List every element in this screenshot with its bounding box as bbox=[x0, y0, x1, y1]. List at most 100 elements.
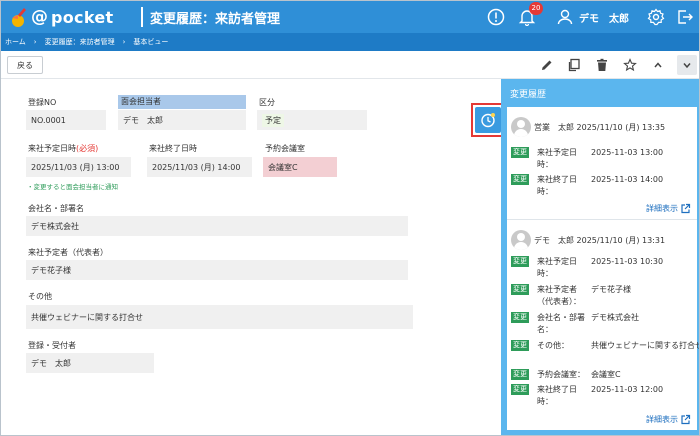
detail-link-label: 詳細表示 bbox=[646, 204, 678, 213]
gear-icon[interactable] bbox=[646, 7, 666, 27]
history-card: デモ 太郎 2025/11/10 (月) 13:31 変更 来社予定日 時： 2… bbox=[507, 220, 700, 430]
record-form: 登録NO NO.0001 面会担当者 デモ 太郎 区分 予定 来社予定日時(必須… bbox=[1, 79, 501, 435]
history-toggle-button[interactable] bbox=[471, 103, 505, 137]
breadcrumb-view: 基本ビュー bbox=[133, 38, 169, 46]
history-card-header: デモ 太郎 2025/11/10 (月) 13:31 bbox=[511, 230, 665, 250]
history-panel: 変更履歴 営業 太郎 2025/11/10 (月) 13:35 変更 来社予定日… bbox=[501, 79, 700, 435]
chevron-down-icon bbox=[683, 63, 691, 69]
detail-link[interactable]: 詳細表示 bbox=[646, 203, 691, 214]
visitor-label: 来社予定者（代表者） bbox=[28, 248, 108, 257]
change-tag: 変更 bbox=[511, 369, 529, 380]
breadcrumb-home[interactable]: ホーム bbox=[5, 37, 26, 47]
chevron-up-icon[interactable] bbox=[649, 56, 667, 74]
change-key: 来社予定日 bbox=[537, 257, 577, 266]
change-value: 共催ウェビナーに関する打合せ bbox=[591, 341, 700, 350]
room-label: 予約会議室 bbox=[265, 144, 305, 153]
start-label: 来社予定日時(必須) bbox=[28, 143, 98, 154]
change-value: 2025-11-03 13:00 bbox=[591, 148, 664, 157]
breadcrumb-separator: › bbox=[122, 38, 126, 46]
change-key: 予約会議室： bbox=[537, 370, 585, 379]
registrar-label: 登録・受付者 bbox=[28, 341, 76, 350]
change-value: 会議室C bbox=[591, 370, 621, 379]
page-title: 変更履歴：来訪者管理 bbox=[150, 12, 281, 27]
more-dropdown[interactable] bbox=[677, 55, 697, 75]
change-key-cont: 時： bbox=[537, 187, 553, 196]
change-tag: 変更 bbox=[511, 384, 529, 395]
change-key: 来社終了日 bbox=[537, 385, 577, 394]
change-key: その他： bbox=[537, 341, 569, 350]
change-key-cont: 時： bbox=[537, 397, 553, 406]
visitor-value: デモ花子様 bbox=[26, 260, 408, 280]
breadcrumb: ホーム › 変更履歴：来訪者管理 › 基本ビュー bbox=[1, 33, 699, 51]
history-button-face bbox=[475, 107, 501, 133]
reg-no-value: NO.0001 bbox=[26, 110, 106, 130]
company-label: 会社名・部署名 bbox=[28, 204, 84, 213]
change-tag: 変更 bbox=[511, 284, 529, 295]
change-tag: 変更 bbox=[511, 174, 529, 185]
change-key-cont: （代表者）： bbox=[537, 297, 581, 306]
logout-icon[interactable] bbox=[675, 7, 695, 27]
host-value: デモ 太郎 bbox=[118, 110, 246, 130]
change-tag: 変更 bbox=[511, 312, 529, 323]
external-link-icon bbox=[681, 203, 691, 214]
change-key-cont: 名： bbox=[537, 325, 553, 334]
logo-at: @ bbox=[31, 7, 48, 27]
change-key: 会社名・部署 bbox=[537, 313, 585, 322]
detail-link[interactable]: 詳細表示 bbox=[646, 414, 691, 425]
change-value: 2025-11-03 12:00 bbox=[591, 385, 664, 394]
change-key: 来社終了日 bbox=[537, 175, 577, 184]
breadcrumb-separator: › bbox=[33, 38, 37, 46]
history-panel-title: 変更履歴 bbox=[510, 90, 547, 100]
change-key: 来社予定者 bbox=[537, 285, 577, 294]
detail-link-label: 詳細表示 bbox=[646, 415, 678, 424]
breadcrumb-history[interactable]: 変更履歴：来訪者管理 bbox=[45, 37, 115, 47]
trash-icon[interactable] bbox=[593, 56, 611, 74]
pocket-logo-icon bbox=[12, 8, 26, 27]
external-link-icon bbox=[681, 414, 691, 425]
change-key-cont: 時： bbox=[537, 269, 553, 278]
change-value: 2025-11-03 14:00 bbox=[591, 175, 664, 184]
app-logo[interactable]: @ pocket bbox=[9, 5, 129, 29]
company-value: デモ株式会社 bbox=[26, 216, 408, 236]
change-tag: 変更 bbox=[511, 340, 529, 351]
category-field: 予定 bbox=[257, 110, 367, 130]
info-icon[interactable] bbox=[486, 7, 506, 27]
logo-text: pocket bbox=[51, 8, 114, 27]
change-item: 変更 来社終了日 時： 2025-11-03 14:00 bbox=[511, 174, 693, 198]
change-tag: 変更 bbox=[511, 147, 529, 158]
avatar bbox=[511, 117, 531, 137]
registrar-value: デモ 太郎 bbox=[26, 353, 154, 373]
app-window: @ pocket 変更履歴：来訪者管理 20 デモ 太郎 ホーム › 変更履歴：… bbox=[0, 0, 700, 436]
change-key: 来社予定日 bbox=[537, 148, 577, 157]
change-item: 変更 会社名・部署 名： デモ株式会社 bbox=[511, 312, 693, 336]
header-separator bbox=[141, 7, 143, 27]
start-value: 2025/11/03 (月) 13:00 bbox=[26, 157, 131, 177]
change-value: デモ花子様 bbox=[591, 285, 631, 294]
reg-no-label: 登録NO bbox=[28, 98, 57, 107]
app-header: @ pocket 変更履歴：来訪者管理 20 デモ 太郎 bbox=[1, 1, 699, 33]
user-icon[interactable] bbox=[555, 7, 575, 27]
clock-icon bbox=[481, 113, 495, 128]
copy-icon[interactable] bbox=[565, 56, 583, 74]
change-value: デモ株式会社 bbox=[591, 313, 639, 322]
history-card-author-time: デモ 太郎 2025/11/10 (月) 13:31 bbox=[534, 235, 666, 245]
other-label: その他 bbox=[28, 292, 52, 301]
star-icon[interactable] bbox=[621, 56, 639, 74]
end-value: 2025/11/03 (月) 14:00 bbox=[147, 157, 252, 177]
end-label: 来社終了日時 bbox=[149, 144, 197, 153]
change-item: 変更 来社予定者 （代表者）： デモ花子様 bbox=[511, 284, 693, 308]
history-card: 営業 太郎 2025/11/10 (月) 13:35 変更 来社予定日 時： 2… bbox=[507, 107, 697, 219]
user-name[interactable]: デモ 太郎 bbox=[579, 10, 629, 25]
toolbar: 戻る bbox=[1, 51, 699, 79]
pencil-icon[interactable] bbox=[538, 56, 556, 74]
change-item: 変更 予約会議室： 会議室C bbox=[511, 369, 693, 381]
notification-badge: 20 bbox=[529, 2, 543, 15]
room-value: 会議室C bbox=[263, 157, 337, 177]
history-card-header: 営業 太郎 2025/11/10 (月) 13:35 bbox=[511, 117, 665, 137]
category-label: 区分 bbox=[259, 98, 275, 107]
history-card-author-time: 営業 太郎 2025/11/10 (月) 13:35 bbox=[534, 122, 666, 132]
change-value: 2025-11-03 10:30 bbox=[591, 257, 664, 266]
change-item: 変更 来社予定日 時： 2025-11-03 13:00 bbox=[511, 147, 693, 171]
required-marker: (必須) bbox=[76, 144, 99, 153]
back-button[interactable]: 戻る bbox=[7, 56, 43, 74]
